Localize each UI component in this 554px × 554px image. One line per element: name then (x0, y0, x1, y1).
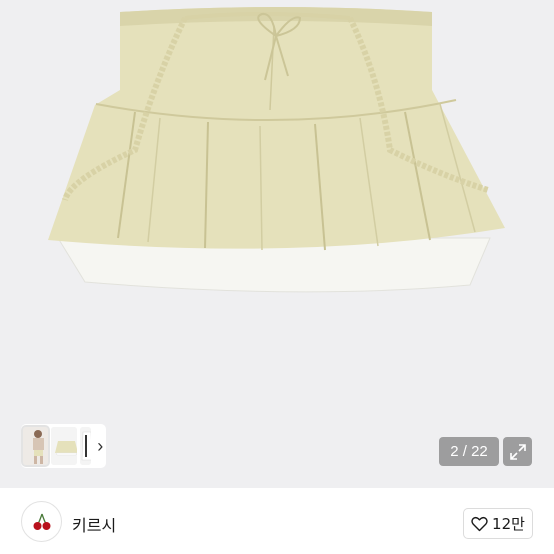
thumbnail-skirt[interactable] (51, 427, 77, 465)
like-count: 12만 (492, 515, 525, 533)
thumbnail-strip: › (20, 424, 106, 468)
page-counter: 2 / 22 (439, 437, 499, 466)
expand-button[interactable] (503, 437, 532, 466)
heart-outline-icon (471, 516, 488, 531)
seller-avatar[interactable] (21, 501, 62, 542)
chevron-right-icon[interactable]: › (94, 427, 106, 465)
thumbnail-lace-skirt[interactable] (79, 427, 92, 465)
product-image-skirt[interactable] (0, 0, 554, 488)
thumbnail-outfit[interactable] (20, 425, 51, 467)
expand-arrows-icon (509, 443, 526, 460)
product-image-gallery[interactable]: › 2 / 22 (0, 0, 554, 488)
cherry-logo-icon (33, 513, 50, 530)
seller-name[interactable]: 키르시 (72, 512, 116, 536)
like-button[interactable]: 12만 (463, 508, 533, 539)
